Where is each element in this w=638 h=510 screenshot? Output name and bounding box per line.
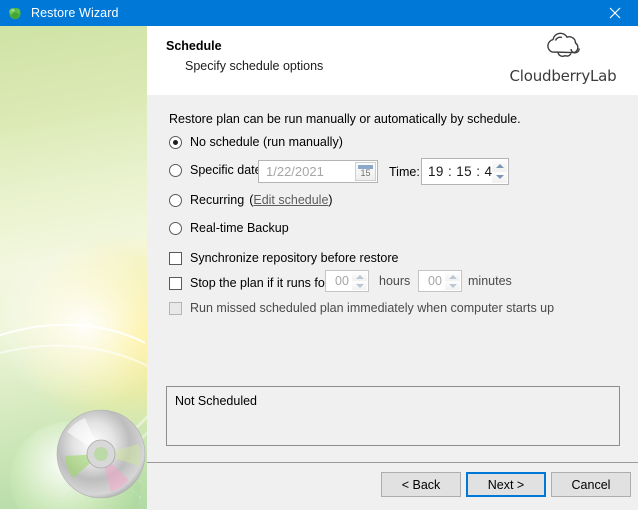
cancel-button[interactable]: Cancel [551, 472, 631, 497]
wizard-banner-image [0, 26, 147, 509]
checkbox-indicator [169, 276, 182, 290]
time-spinner[interactable] [492, 160, 507, 183]
minutes-spinner[interactable] [445, 272, 460, 290]
window-titlebar: Restore Wizard [0, 0, 638, 26]
page-title: Schedule [166, 39, 222, 53]
time-label: Time: [389, 165, 420, 179]
calendar-header-bar [358, 165, 373, 169]
minutes-spinner-up[interactable] [445, 272, 460, 281]
radio-realtime-backup[interactable]: Real-time Backup [169, 219, 289, 237]
hours-spinner[interactable] [352, 272, 367, 290]
calendar-icon[interactable]: 15 [355, 162, 376, 181]
next-button[interactable]: Next > [466, 472, 546, 497]
radio-label: Specific date: [190, 163, 266, 177]
checkbox-label: Stop the plan if it runs for: [190, 276, 333, 290]
checkbox-label: Run missed scheduled plan immediately wh… [190, 301, 555, 315]
time-value: 19 : 15 : 41 [428, 164, 501, 179]
hours-stepper[interactable]: 00 [325, 270, 369, 292]
minutes-value: 00 [428, 274, 442, 288]
radio-label: No schedule (run manually) [190, 135, 343, 149]
schedule-summary-text: Not Scheduled [175, 394, 258, 408]
radio-indicator [169, 221, 182, 235]
checkbox-label: Synchronize repository before restore [190, 251, 399, 265]
checkbox-run-missed-plan: Run missed scheduled plan immediately wh… [169, 299, 554, 317]
hours-spinner-down[interactable] [352, 281, 367, 290]
close-icon[interactable] [592, 0, 638, 26]
checkbox-indicator [169, 251, 182, 265]
hours-spinner-up[interactable] [352, 272, 367, 281]
hours-value: 00 [335, 274, 349, 288]
compact-disc-icon [56, 409, 146, 499]
radio-recurring[interactable]: Recurring (Edit schedule) [169, 191, 333, 209]
intro-text: Restore plan can be run manually or auto… [169, 112, 521, 126]
window-title: Restore Wizard [31, 6, 119, 20]
wizard-header: Schedule Specify schedule options Cloudb… [147, 26, 638, 96]
back-button[interactable]: < Back [381, 472, 461, 497]
page-subtitle: Specify schedule options [185, 59, 324, 73]
cloudberry-green-icon [7, 5, 23, 21]
brand-logo: CloudberryLab [503, 31, 623, 85]
checkbox-indicator [169, 301, 182, 315]
radio-no-schedule[interactable]: No schedule (run manually) [169, 133, 343, 151]
radio-indicator [169, 135, 182, 149]
minutes-stepper[interactable]: 00 [418, 270, 462, 292]
time-spinner-up[interactable] [492, 160, 507, 172]
time-spinner-down[interactable] [492, 171, 507, 183]
edit-schedule-link[interactable]: Edit schedule [253, 193, 328, 207]
minutes-unit-label: minutes [468, 274, 512, 288]
brand-name: CloudberryLab [509, 67, 617, 85]
checkbox-stop-plan[interactable]: Stop the plan if it runs for: [169, 274, 332, 292]
time-input[interactable]: 19 : 15 : 41 [421, 158, 509, 185]
radio-indicator [169, 163, 182, 177]
radio-specific-date[interactable]: Specific date: [169, 161, 265, 179]
checkbox-synchronize-repository[interactable]: Synchronize repository before restore [169, 249, 398, 267]
minutes-spinner-down[interactable] [445, 281, 460, 290]
radio-label: Real-time Backup [190, 221, 289, 235]
date-input[interactable]: 1/22/2021 15 [258, 160, 378, 183]
radio-label: Recurring [190, 193, 245, 207]
radio-indicator [169, 193, 182, 207]
schedule-summary-box: Not Scheduled [166, 386, 620, 446]
cloud-outline-icon [503, 31, 623, 65]
edit-schedule-group: (Edit schedule) [249, 193, 333, 207]
date-value: 1/22/2021 [266, 164, 324, 179]
restore-wizard-window: Restore Wizard Schedule Specify schedule… [0, 0, 638, 510]
wizard-footer: < Back Next > Cancel [147, 462, 638, 510]
hours-unit-label: hours [379, 274, 411, 288]
